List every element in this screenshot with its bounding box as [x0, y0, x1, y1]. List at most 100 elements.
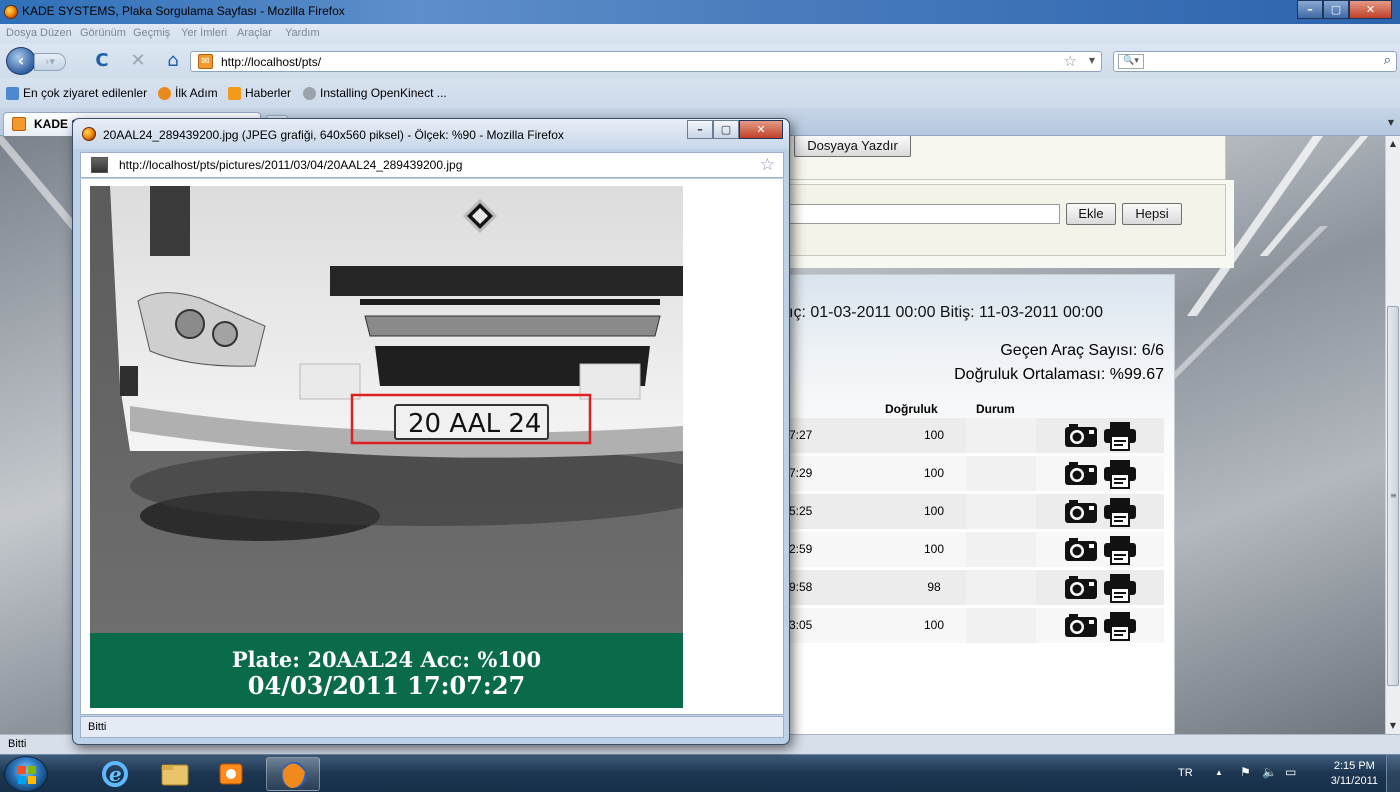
taskbar: e TR ▲ ⚑ 🔈 ▭ 2:15 PM 3/11/2011: [0, 754, 1400, 792]
scroll-up-icon[interactable]: ▲: [1386, 136, 1400, 152]
row-time: 7:27: [789, 428, 813, 442]
add-button[interactable]: Ekle: [1066, 203, 1116, 225]
bookmark-star-icon[interactable]: ☆: [1064, 52, 1077, 70]
menu-tools[interactable]: Araçlar: [237, 27, 272, 39]
image-popup-window: 20AAL24_289439200.jpg (JPEG grafiği, 640…: [72, 118, 790, 745]
table-row: 3:05 100: [789, 608, 1164, 643]
bookmark-first-steps[interactable]: İlk Adım: [158, 86, 218, 100]
menu-history[interactable]: Geçmiş: [133, 27, 170, 39]
action-center-flag-icon[interactable]: ⚑: [1240, 765, 1251, 779]
menu-edit[interactable]: Düzen: [40, 27, 72, 39]
printer-icon[interactable]: [1103, 535, 1137, 565]
close-button[interactable]: ✕: [1349, 0, 1392, 19]
firefox-icon: [4, 5, 18, 19]
camera-icon[interactable]: [1064, 574, 1098, 600]
bookmark-label: Installing OpenKinect ...: [320, 86, 447, 100]
bookmark-most-visited[interactable]: En çok ziyaret edilenler: [6, 86, 147, 100]
back-button[interactable]: ‹: [6, 47, 36, 75]
scrollbar-thumb[interactable]: ≡: [1387, 306, 1399, 686]
print-to-file-button[interactable]: Dosyaya Yazdır: [794, 136, 911, 157]
camera-icon[interactable]: [1064, 460, 1098, 486]
home-icon[interactable]: ⌂: [163, 52, 183, 70]
row-accuracy: 100: [923, 504, 945, 518]
table-row: 5:25 100: [789, 494, 1164, 529]
camera-icon[interactable]: [1064, 498, 1098, 524]
popup-url-text[interactable]: http://localhost/pts/pictures/2011/03/04…: [119, 158, 462, 172]
accuracy-average: Doğruluk Ortalaması: %99.67: [954, 366, 1164, 383]
popup-maximize-button[interactable]: ▢: [713, 120, 739, 139]
search-icon[interactable]: ⌕: [1384, 53, 1391, 68]
vertical-scrollbar[interactable]: ▲ ≡ ▼: [1385, 136, 1400, 734]
language-indicator[interactable]: TR: [1178, 767, 1193, 779]
taskbar-file-explorer[interactable]: [148, 757, 202, 791]
camera-icon[interactable]: [1064, 536, 1098, 562]
menu-bar: Dosya Düzen Görünüm Geçmiş Yer İmleri Ar…: [0, 24, 1400, 44]
bookmark-openkinect[interactable]: Installing OpenKinect ...: [303, 86, 447, 100]
printer-icon[interactable]: [1103, 421, 1137, 451]
printer-icon[interactable]: [1103, 459, 1137, 489]
plate-input[interactable]: [748, 204, 1060, 224]
main-window-titlebar: KADE SYSTEMS, Plaka Sorgulama Sayfası - …: [0, 0, 1400, 24]
bookmarks-toolbar: En çok ziyaret edilenler İlk Adım Haberl…: [0, 78, 1400, 108]
row-accuracy: 100: [923, 618, 945, 632]
printer-icon[interactable]: [1103, 573, 1137, 603]
url-dropdown-icon[interactable]: ▼: [1089, 56, 1095, 65]
clock-time: 2:15 PM: [1333, 760, 1375, 772]
camera-icon[interactable]: [1064, 612, 1098, 638]
caption-datetime: 04/03/2011 17:07:27: [247, 671, 526, 700]
maximize-button[interactable]: ▢: [1323, 0, 1349, 19]
row-accuracy: 100: [923, 542, 945, 556]
search-engine-icon[interactable]: 🔍▾: [1118, 54, 1144, 69]
table-row: 2:59 100: [789, 532, 1164, 567]
internet-explorer-icon: e: [102, 761, 128, 787]
reload-icon[interactable]: C: [92, 52, 112, 70]
printer-icon[interactable]: [1103, 497, 1137, 527]
taskbar-firefox[interactable]: [266, 757, 320, 791]
clock-date: 3/11/2011: [1330, 775, 1378, 787]
image-file-icon: [91, 157, 108, 173]
start-button[interactable]: [4, 756, 48, 792]
popup-url-bar[interactable]: http://localhost/pts/pictures/2011/03/04…: [80, 152, 784, 178]
network-icon[interactable]: ▭: [1285, 765, 1296, 779]
menu-view[interactable]: Görünüm: [80, 27, 126, 39]
printer-icon[interactable]: [1103, 611, 1137, 641]
truck-front-image: 20 AAL 24: [90, 186, 683, 633]
row-status: [966, 570, 1036, 605]
camera-icon[interactable]: [1064, 422, 1098, 448]
bookmark-label: En çok ziyaret edilenler: [23, 86, 148, 100]
tray-expand-icon[interactable]: ▲: [1215, 768, 1223, 777]
scroll-down-icon[interactable]: ▼: [1386, 718, 1400, 734]
stop-icon[interactable]: ✕: [128, 52, 148, 70]
menu-bookmarks[interactable]: Yer İmleri: [181, 27, 227, 39]
show-desktop-button[interactable]: [1386, 755, 1400, 792]
menu-file[interactable]: Dosya: [6, 27, 37, 39]
main-window-title: KADE SYSTEMS, Plaka Sorgulama Sayfası - …: [22, 4, 345, 18]
bookmark-star-icon[interactable]: ☆: [760, 155, 775, 175]
taskbar-internet-explorer[interactable]: e: [88, 757, 142, 791]
menu-help[interactable]: Yardım: [285, 27, 320, 39]
tab-list-button[interactable]: ▼: [1384, 114, 1398, 132]
caption-plate-accuracy: Plate: 20AAL24 Acc: %100: [231, 647, 542, 672]
row-accuracy: 98: [927, 580, 941, 594]
volume-icon[interactable]: 🔈: [1262, 765, 1277, 779]
minimize-button[interactable]: –: [1297, 0, 1323, 19]
row-accuracy: 100: [923, 466, 945, 480]
popup-status-text: Bitti: [88, 721, 107, 733]
all-button[interactable]: Hepsi: [1122, 203, 1182, 225]
forward-button[interactable]: ›▾: [34, 53, 66, 71]
popup-minimize-button[interactable]: –: [687, 120, 713, 139]
taskbar-media-player[interactable]: [204, 757, 258, 791]
table-row: 7:27 100: [789, 418, 1164, 453]
search-input[interactable]: 🔍▾ ⌕: [1113, 51, 1397, 72]
passed-vehicle-count: Geçen Araç Sayısı: 6/6: [1000, 342, 1164, 359]
clock[interactable]: 2:15 PM 3/11/2011: [1331, 759, 1378, 789]
svg-text:e: e: [109, 762, 122, 786]
popup-close-button[interactable]: ✕: [739, 120, 783, 139]
main-status-text: Bitti: [8, 738, 27, 750]
popup-content: 20 AAL 24 Plate: 20AAL24 Acc: %100 04/03…: [80, 179, 784, 715]
row-time: 9:58: [789, 580, 813, 594]
url-bar[interactable]: ✉ http://localhost/pts/ ☆ ▼: [190, 51, 1102, 72]
url-text[interactable]: http://localhost/pts/: [221, 55, 321, 69]
bookmark-news[interactable]: Haberler: [228, 86, 291, 100]
row-time: 3:05: [789, 618, 813, 632]
